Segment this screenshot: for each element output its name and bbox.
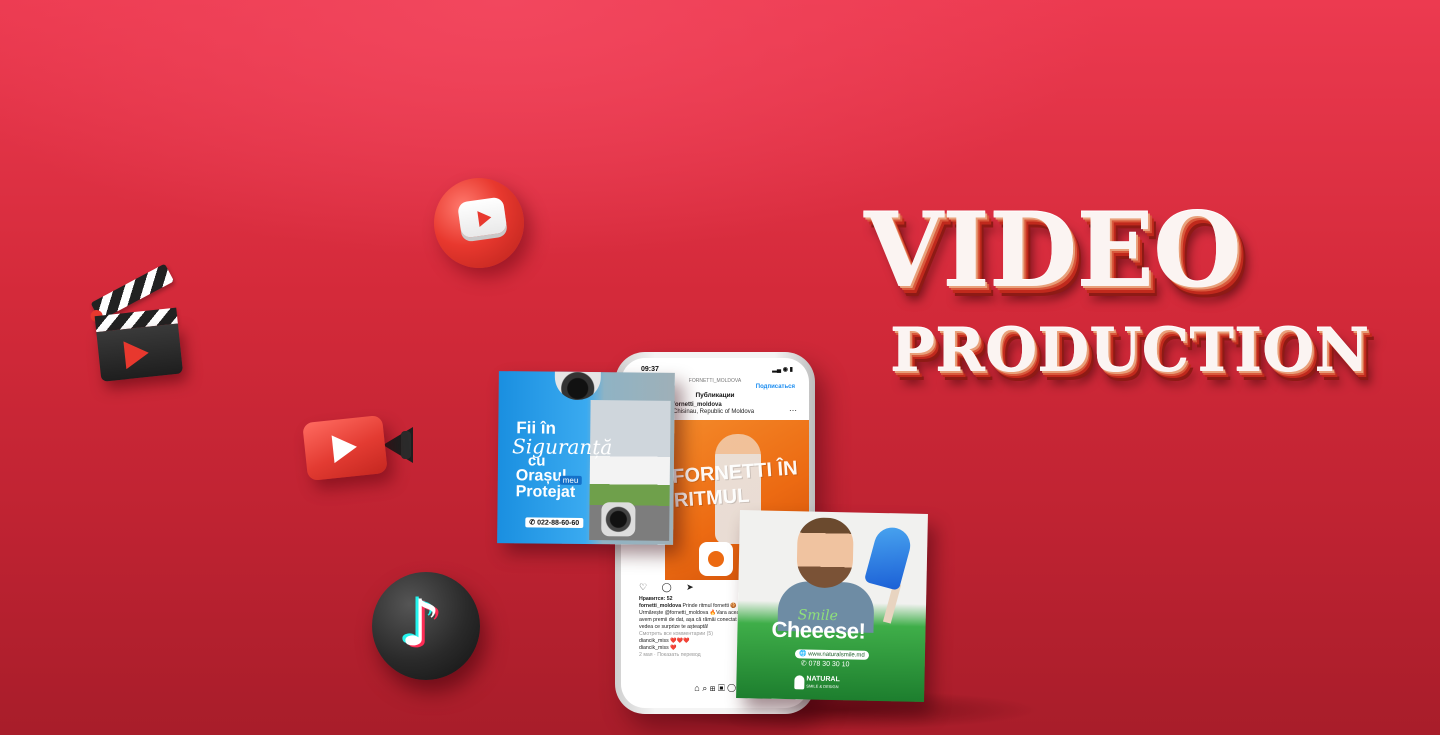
card-right-headline: Cheeese! [771, 616, 866, 644]
fornetti-logo [699, 542, 733, 576]
brand-sub: SMILE & DESIGN [806, 683, 839, 690]
card-right-website: 🌐 www.naturalsmile.md [794, 649, 869, 660]
dome-camera-icon [554, 371, 602, 401]
man-face [796, 517, 854, 589]
security-ad-card: Fii în Siguranță cu Orașul meu Protejat … [497, 371, 675, 545]
title-video: VIDEO [864, 191, 1242, 311]
status-indicators-icon: ▂▄ ◉ ▮ [772, 367, 793, 373]
card-right-phone: ✆ 078 30 30 10 [800, 660, 850, 669]
wall-camera-icon [601, 502, 636, 537]
card-left-phone: ✆ 022-88-60-60 [525, 517, 584, 528]
header-title: Публикации [695, 392, 735, 399]
card-left-line5: Protejat [515, 483, 576, 501]
title-production: PRODUCTION [890, 316, 1370, 386]
caption-user[interactable]: fornetti_moldova [639, 603, 681, 609]
post-image-text: FORNETTI ÎN RITMUL [671, 457, 799, 512]
more-options-icon[interactable]: ⋯ [789, 406, 797, 415]
video-camera-icon [302, 413, 415, 483]
dental-ad-card: Smile Cheeese! 🌐 www.naturalsmile.md ✆ 0… [736, 510, 928, 702]
tooth-icon [863, 523, 915, 591]
clapperboard-icon [83, 263, 189, 386]
tiktok-icon: ♪ [372, 572, 480, 680]
account-location: Chisinau, Republic of Moldova [673, 409, 755, 415]
account-name[interactable]: fornetti_moldova [673, 402, 722, 408]
brand-tooth-icon [794, 675, 805, 690]
hero-title: VIDEO PRODUCTION [860, 196, 1400, 396]
post-account: fornetti_moldova Chisinau, Republic of M… [673, 402, 754, 416]
post-actions-icons[interactable]: ♡ ◯ ➤ [639, 582, 700, 593]
youtube-ball-icon [428, 172, 530, 274]
follow-button[interactable]: Подписаться [756, 384, 795, 390]
card-right-brand: NATURAL SMILE & DESIGN [806, 675, 840, 690]
